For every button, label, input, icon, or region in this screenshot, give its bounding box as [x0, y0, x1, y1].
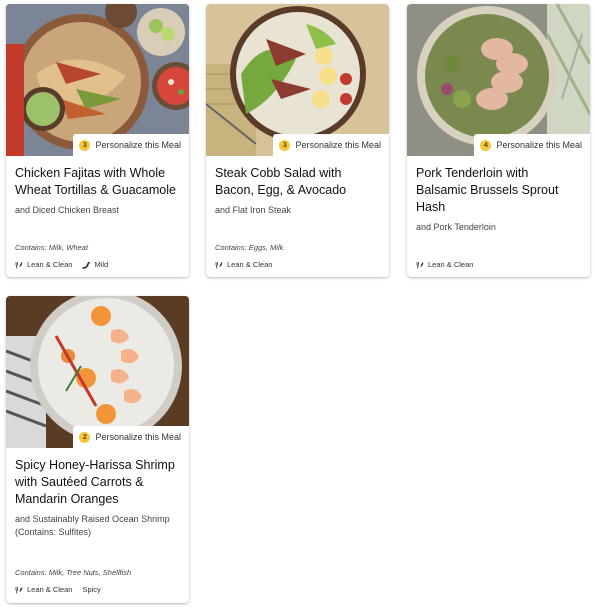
allergen-contains: Contains: Eggs, Milk [215, 243, 284, 252]
meal-protein: and Flat Iron Steak [215, 205, 292, 215]
personalize-label: Personalize this Meal [295, 140, 381, 150]
meal-grid: 3 Personalize this Meal Chicken Fajitas … [0, 0, 595, 615]
personalize-label: Personalize this Meal [95, 432, 181, 442]
tag-label: Lean & Clean [27, 585, 73, 594]
tag-label: Mild [94, 260, 109, 269]
allergen-contains: Contains: Milk, Tree Nuts, Shellfish [15, 568, 132, 577]
meal-photo[interactable]: 3 Personalize this Meal [206, 4, 389, 156]
personalize-meal-button[interactable]: 3 Personalize this Meal [273, 134, 389, 156]
meal-protein: and Sustainably Raised Ocean Shrimp (Con… [15, 514, 170, 537]
personalize-meal-button[interactable]: 4 Personalize this Meal [474, 134, 590, 156]
meal-title[interactable]: Spicy Honey-Harissa Shrimp with Sautéed … [15, 457, 180, 508]
meal-tags: Lean & Clean [215, 260, 272, 269]
chili-pepper-icon [82, 261, 91, 269]
fork-leaf-icon [15, 586, 23, 593]
tag-lean-clean: Lean & Clean [15, 260, 72, 269]
meal-card[interactable]: 3 Personalize this Meal Steak Cobb Salad… [206, 4, 389, 277]
fork-leaf-icon [416, 261, 424, 268]
tag-label: Spicy [82, 585, 101, 594]
personalize-meal-button[interactable]: 3 Personalize this Meal [73, 134, 189, 156]
meal-title[interactable]: Pork Tenderloin with Balsamic Brussels S… [416, 165, 581, 216]
fork-leaf-icon [15, 261, 23, 268]
personalize-meal-button[interactable]: 2 Personalize this Meal [73, 426, 189, 448]
tag-label: Lean & Clean [428, 260, 474, 269]
tag-lean-clean: Lean & Clean [215, 260, 272, 269]
tag-lean-clean: Lean & Clean [15, 585, 72, 594]
meal-card[interactable]: 2 Personalize this Meal Spicy Honey-Hari… [6, 296, 189, 603]
meal-title[interactable]: Steak Cobb Salad with Bacon, Egg, & Avoc… [215, 165, 380, 199]
tag-label: Lean & Clean [27, 260, 73, 269]
personalize-count-badge: 4 [480, 139, 492, 151]
meal-protein: and Diced Chicken Breast [15, 205, 120, 215]
meal-protein: and Pork Tenderloin [416, 222, 496, 232]
meal-photo[interactable]: 4 Personalize this Meal [407, 4, 590, 156]
tag-label: Lean & Clean [227, 260, 273, 269]
tag-mild: Mild [82, 260, 108, 269]
tag-spicy: Spicy [82, 585, 100, 594]
tag-lean-clean: Lean & Clean [416, 260, 473, 269]
meal-tags: Lean & Clean [416, 260, 473, 269]
personalize-count-badge: 3 [79, 139, 91, 151]
meal-photo[interactable]: 3 Personalize this Meal [6, 4, 189, 156]
meal-tags: Lean & Clean Mild [15, 260, 108, 269]
meal-tags: Lean & Clean Spicy [15, 585, 101, 594]
meal-photo[interactable]: 2 Personalize this Meal [6, 296, 189, 448]
allergen-contains: Contains: Milk, Wheat [15, 243, 88, 252]
personalize-count-badge: 2 [79, 431, 91, 443]
meal-card[interactable]: 4 Personalize this Meal Pork Tenderloin … [407, 4, 590, 277]
meal-card[interactable]: 3 Personalize this Meal Chicken Fajitas … [6, 4, 189, 277]
fork-leaf-icon [215, 261, 223, 268]
personalize-label: Personalize this Meal [496, 140, 582, 150]
personalize-label: Personalize this Meal [95, 140, 181, 150]
meal-title[interactable]: Chicken Fajitas with Whole Wheat Tortill… [15, 165, 180, 199]
personalize-count-badge: 3 [279, 139, 291, 151]
